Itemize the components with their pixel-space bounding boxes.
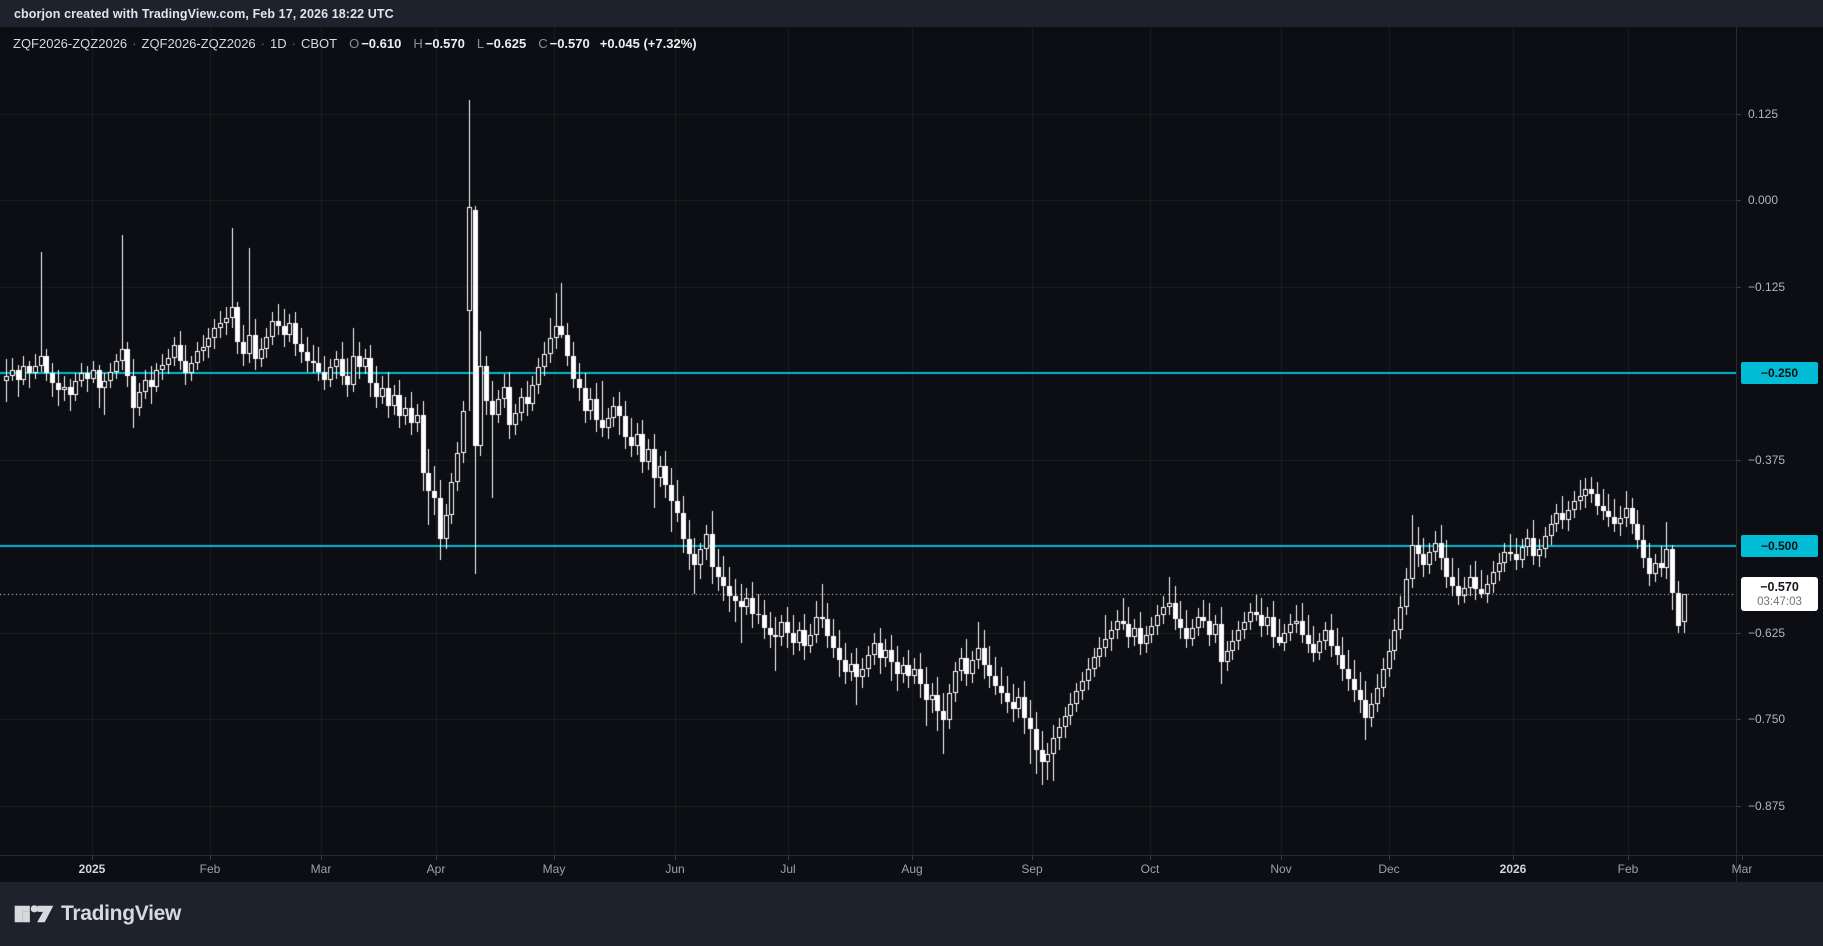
time-axis-tick — [321, 856, 322, 860]
price-line-badge-250[interactable]: −0.250 — [1741, 362, 1818, 384]
price-axis-tick — [1737, 460, 1741, 461]
time-axis-tick — [912, 856, 913, 860]
time-axis-tick — [554, 856, 555, 860]
price-axis-tick — [1737, 719, 1741, 720]
time-axis-tick — [1150, 856, 1151, 860]
legend-high: H−0.570 — [413, 36, 465, 51]
time-axis-tick — [1628, 856, 1629, 860]
legend-interval[interactable]: 1D — [270, 36, 287, 51]
time-axis[interactable]: 2025 Feb Mar Apr May Jun Jul Aug Sep Oct Nov Dec 202… — [0, 855, 1823, 883]
legend-exchange: CBOT — [301, 36, 337, 51]
attribution-bar: cborjon created with TradingView.com, Fe… — [0, 0, 1823, 27]
tradingview-logo-icon — [14, 900, 54, 928]
price-axis-label: −0.625 — [1748, 626, 1785, 640]
time-axis-tick — [788, 856, 789, 860]
legend-symbol[interactable]: ZQF2026-ZQZ2026 — [13, 36, 127, 51]
time-axis-label: Nov — [1270, 862, 1291, 876]
price-axis-tick — [1737, 200, 1741, 201]
time-axis-label: Mar — [1732, 862, 1753, 876]
time-axis-tick — [1513, 856, 1514, 860]
attribution-text: cborjon created with TradingView.com, Fe… — [14, 7, 394, 21]
price-axis-label: 0.125 — [1748, 107, 1778, 121]
price-line-badge-500[interactable]: −0.500 — [1741, 535, 1818, 557]
time-axis-label: Sep — [1021, 862, 1042, 876]
time-axis-label: Aug — [901, 862, 922, 876]
price-axis-label: 0.000 — [1748, 193, 1778, 207]
time-axis-tick — [675, 856, 676, 860]
time-axis-tick — [1742, 856, 1743, 860]
time-axis-label: Feb — [200, 862, 221, 876]
price-axis-label: −0.875 — [1748, 799, 1785, 813]
time-axis-tick — [1281, 856, 1282, 860]
time-axis-tick — [1032, 856, 1033, 860]
time-axis-label: May — [543, 862, 566, 876]
time-axis-tick — [436, 856, 437, 860]
time-axis-label: Jul — [780, 862, 795, 876]
legend-low: L−0.625 — [477, 36, 526, 51]
time-axis-label: Feb — [1618, 862, 1639, 876]
legend-close: C−0.570 — [538, 36, 590, 51]
time-axis-label: Apr — [427, 862, 446, 876]
time-axis-tick — [92, 856, 93, 860]
time-axis-label: Jun — [665, 862, 684, 876]
legend-symbol-secondary[interactable]: ZQF2026-ZQZ2026 — [142, 36, 256, 51]
tradingview-logo-text: TradingView — [61, 902, 181, 926]
branding-bar: TradingView — [0, 882, 1823, 946]
legend: ZQF2026-ZQZ2026 · ZQF2026-ZQZ2026 · 1D · CBOT O… — [13, 36, 697, 51]
time-axis-label: Mar — [311, 862, 332, 876]
bar-countdown: 03:47:03 — [1741, 595, 1818, 609]
last-price-badge: −0.570 03:47:03 — [1741, 577, 1818, 611]
price-axis-tick — [1737, 806, 1741, 807]
legend-separator: · — [132, 36, 136, 51]
price-axis-tick — [1737, 114, 1741, 115]
tradingview-logo[interactable]: TradingView — [14, 900, 181, 928]
price-axis-label: −0.125 — [1748, 280, 1785, 294]
price-chart-canvas[interactable] — [0, 27, 1736, 855]
legend-separator: · — [292, 36, 296, 51]
tradingview-chart-window: cborjon created with TradingView.com, Fe… — [0, 0, 1823, 946]
price-axis-tick — [1737, 633, 1741, 634]
price-axis-label: −0.750 — [1748, 712, 1785, 726]
chart-pane[interactable]: ZQF2026-ZQZ2026 · ZQF2026-ZQZ2026 · 1D · CBOT O… — [0, 27, 1823, 882]
legend-change: +0.045 (+7.32%) — [600, 36, 697, 51]
legend-open: O−0.610 — [349, 36, 401, 51]
price-axis-tick — [1737, 287, 1741, 288]
legend-separator: · — [261, 36, 265, 51]
last-price-value: −0.570 — [1741, 580, 1818, 595]
time-axis-label: Dec — [1378, 862, 1399, 876]
time-axis-tick — [1389, 856, 1390, 860]
price-axis-label: −0.375 — [1748, 453, 1785, 467]
time-axis-tick — [210, 856, 211, 860]
price-axis[interactable]: −0.250 −0.500 −0.570 03:47:03 0.125 0.000… — [1736, 27, 1823, 882]
time-axis-label: 2025 — [79, 862, 106, 876]
time-axis-label: 2026 — [1500, 862, 1527, 876]
time-axis-label: Oct — [1141, 862, 1160, 876]
